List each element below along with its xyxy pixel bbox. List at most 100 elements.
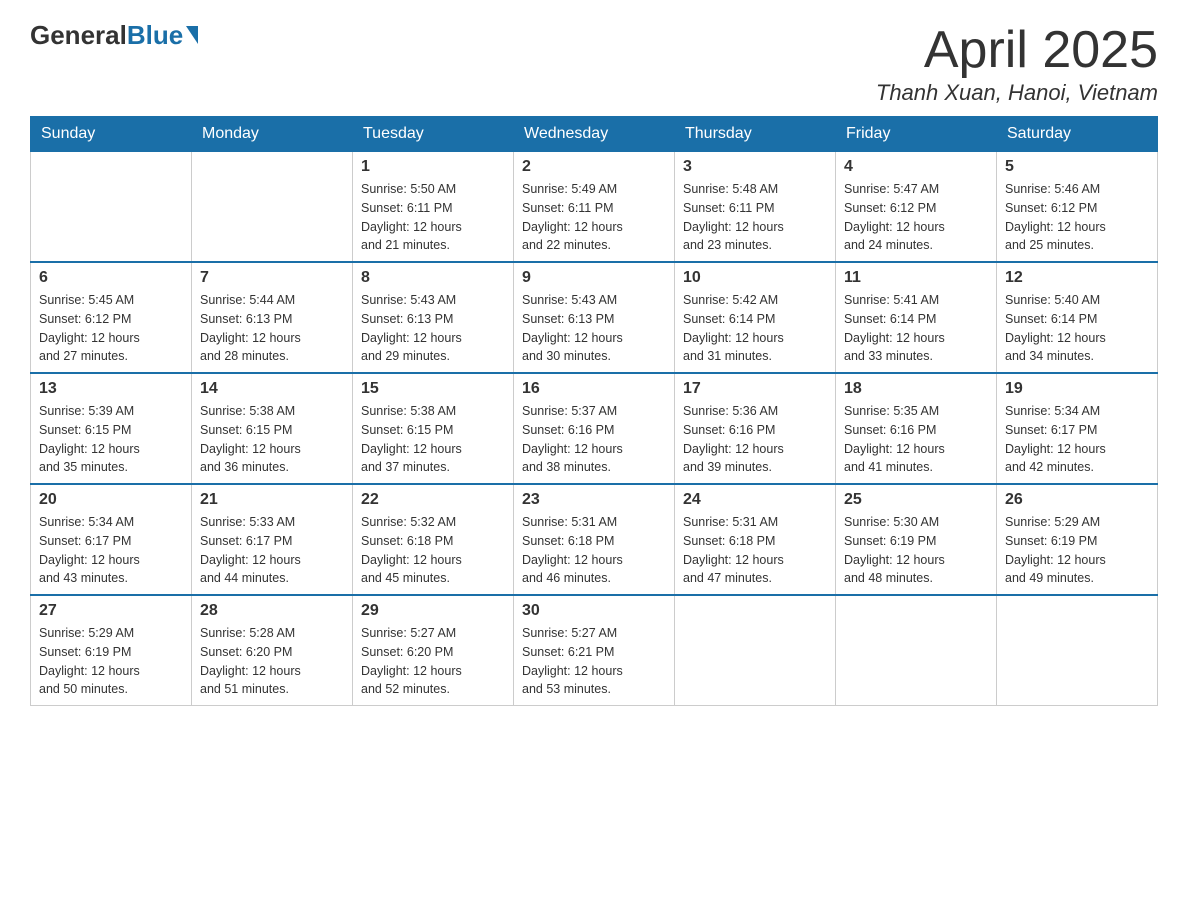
week-row-3: 13Sunrise: 5:39 AMSunset: 6:15 PMDayligh…	[31, 373, 1158, 484]
day-number: 22	[361, 491, 505, 509]
day-number: 11	[844, 269, 988, 287]
logo: General Blue	[30, 20, 198, 51]
header-sunday: Sunday	[31, 117, 192, 152]
day-number: 4	[844, 158, 988, 176]
day-number: 21	[200, 491, 344, 509]
day-number: 28	[200, 602, 344, 620]
day-number: 2	[522, 158, 666, 176]
day-number: 9	[522, 269, 666, 287]
day-info: Sunrise: 5:42 AMSunset: 6:14 PMDaylight:…	[683, 291, 827, 366]
calendar-cell-w4-d1: 20 Sunrise: 5:34 AMSunset: 6:17 PMDayligh…	[31, 484, 192, 595]
calendar-cell-w3-d4: 16 Sunrise: 5:37 AMSunset: 6:16 PMDayligh…	[514, 373, 675, 484]
day-number: 15	[361, 380, 505, 398]
day-number: 16	[522, 380, 666, 398]
day-info: Sunrise: 5:33 AMSunset: 6:17 PMDaylight:…	[200, 513, 344, 588]
day-number: 25	[844, 491, 988, 509]
calendar-cell-w3-d6: 18 Sunrise: 5:35 AMSunset: 6:16 PMDayligh…	[836, 373, 997, 484]
calendar-cell-w3-d1: 13Sunrise: 5:39 AMSunset: 6:15 PMDayligh…	[31, 373, 192, 484]
day-info: Sunrise: 5:31 AMSunset: 6:18 PMDaylight:…	[522, 513, 666, 588]
day-number: 5	[1005, 158, 1149, 176]
day-number: 3	[683, 158, 827, 176]
day-number: 14	[200, 380, 344, 398]
logo-general-text: General	[30, 20, 127, 51]
day-number: 10	[683, 269, 827, 287]
day-info: Sunrise: 5:37 AMSunset: 6:16 PMDaylight:…	[522, 402, 666, 477]
calendar-cell-w5-d2: 28 Sunrise: 5:28 AMSunset: 6:20 PMDayligh…	[192, 595, 353, 706]
day-number: 27	[39, 602, 183, 620]
calendar-cell-w2-d6: 11 Sunrise: 5:41 AMSunset: 6:14 PMDayligh…	[836, 262, 997, 373]
header-wednesday: Wednesday	[514, 117, 675, 152]
calendar-cell-w3-d7: 19 Sunrise: 5:34 AMSunset: 6:17 PMDayligh…	[997, 373, 1158, 484]
day-number: 12	[1005, 269, 1149, 287]
calendar-cell-w5-d5	[675, 595, 836, 706]
calendar-cell-w1-d3: 1Sunrise: 5:50 AMSunset: 6:11 PMDaylight…	[353, 152, 514, 263]
day-number: 20	[39, 491, 183, 509]
logo-blue-part: Blue	[127, 20, 198, 51]
day-info: Sunrise: 5:29 AMSunset: 6:19 PMDaylight:…	[39, 624, 183, 699]
day-number: 23	[522, 491, 666, 509]
calendar-cell-w1-d4: 2Sunrise: 5:49 AMSunset: 6:11 PMDaylight…	[514, 152, 675, 263]
day-info: Sunrise: 5:28 AMSunset: 6:20 PMDaylight:…	[200, 624, 344, 699]
calendar-cell-w2-d5: 10 Sunrise: 5:42 AMSunset: 6:14 PMDayligh…	[675, 262, 836, 373]
calendar-cell-w5-d6	[836, 595, 997, 706]
calendar-cell-w5-d3: 29Sunrise: 5:27 AMSunset: 6:20 PMDayligh…	[353, 595, 514, 706]
header-thursday: Thursday	[675, 117, 836, 152]
day-info: Sunrise: 5:36 AMSunset: 6:16 PMDaylight:…	[683, 402, 827, 477]
calendar-cell-w3-d3: 15 Sunrise: 5:38 AMSunset: 6:15 PMDayligh…	[353, 373, 514, 484]
day-info: Sunrise: 5:47 AMSunset: 6:12 PMDaylight:…	[844, 180, 988, 255]
day-info: Sunrise: 5:40 AMSunset: 6:14 PMDaylight:…	[1005, 291, 1149, 366]
day-info: Sunrise: 5:38 AMSunset: 6:15 PMDaylight:…	[200, 402, 344, 477]
header-row: Sunday Monday Tuesday Wednesday Thursday…	[31, 117, 1158, 152]
day-info: Sunrise: 5:30 AMSunset: 6:19 PMDaylight:…	[844, 513, 988, 588]
day-info: Sunrise: 5:46 AMSunset: 6:12 PMDaylight:…	[1005, 180, 1149, 255]
title-section: April 2025 Thanh Xuan, Hanoi, Vietnam	[876, 20, 1158, 106]
day-number: 19	[1005, 380, 1149, 398]
calendar-cell-w4-d2: 21 Sunrise: 5:33 AMSunset: 6:17 PMDayligh…	[192, 484, 353, 595]
day-number: 18	[844, 380, 988, 398]
week-row-5: 27 Sunrise: 5:29 AMSunset: 6:19 PMDayligh…	[31, 595, 1158, 706]
week-row-2: 6Sunrise: 5:45 AMSunset: 6:12 PMDaylight…	[31, 262, 1158, 373]
day-number: 30	[522, 602, 666, 620]
month-title: April 2025	[876, 20, 1158, 80]
day-info: Sunrise: 5:35 AMSunset: 6:16 PMDaylight:…	[844, 402, 988, 477]
location-subtitle: Thanh Xuan, Hanoi, Vietnam	[876, 80, 1158, 106]
day-number: 29	[361, 602, 505, 620]
calendar-cell-w3-d5: 17 Sunrise: 5:36 AMSunset: 6:16 PMDayligh…	[675, 373, 836, 484]
calendar-cell-w1-d2	[192, 152, 353, 263]
day-info: Sunrise: 5:34 AMSunset: 6:17 PMDaylight:…	[1005, 402, 1149, 477]
day-number: 1	[361, 158, 505, 176]
day-number: 8	[361, 269, 505, 287]
calendar-cell-w4-d7: 26 Sunrise: 5:29 AMSunset: 6:19 PMDayligh…	[997, 484, 1158, 595]
logo-blue-text: Blue	[127, 20, 183, 51]
day-info: Sunrise: 5:43 AMSunset: 6:13 PMDaylight:…	[522, 291, 666, 366]
day-info: Sunrise: 5:41 AMSunset: 6:14 PMDaylight:…	[844, 291, 988, 366]
calendar-cell-w1-d6: 4 Sunrise: 5:47 AMSunset: 6:12 PMDaylight…	[836, 152, 997, 263]
day-number: 26	[1005, 491, 1149, 509]
week-row-4: 20 Sunrise: 5:34 AMSunset: 6:17 PMDayligh…	[31, 484, 1158, 595]
logo-triangle-icon	[186, 26, 198, 44]
calendar-cell-w2-d3: 8 Sunrise: 5:43 AMSunset: 6:13 PMDaylight…	[353, 262, 514, 373]
calendar-cell-w1-d7: 5 Sunrise: 5:46 AMSunset: 6:12 PMDaylight…	[997, 152, 1158, 263]
day-info: Sunrise: 5:27 AMSunset: 6:21 PMDaylight:…	[522, 624, 666, 699]
calendar-cell-w5-d7	[997, 595, 1158, 706]
calendar-cell-w4-d6: 25 Sunrise: 5:30 AMSunset: 6:19 PMDayligh…	[836, 484, 997, 595]
header-friday: Friday	[836, 117, 997, 152]
calendar-cell-w1-d1	[31, 152, 192, 263]
header-tuesday: Tuesday	[353, 117, 514, 152]
calendar-cell-w1-d5: 3 Sunrise: 5:48 AMSunset: 6:11 PMDaylight…	[675, 152, 836, 263]
calendar-table: Sunday Monday Tuesday Wednesday Thursday…	[30, 116, 1158, 706]
day-info: Sunrise: 5:43 AMSunset: 6:13 PMDaylight:…	[361, 291, 505, 366]
calendar-cell-w2-d7: 12 Sunrise: 5:40 AMSunset: 6:14 PMDayligh…	[997, 262, 1158, 373]
day-number: 17	[683, 380, 827, 398]
day-number: 7	[200, 269, 344, 287]
calendar-cell-w2-d1: 6Sunrise: 5:45 AMSunset: 6:12 PMDaylight…	[31, 262, 192, 373]
day-info: Sunrise: 5:29 AMSunset: 6:19 PMDaylight:…	[1005, 513, 1149, 588]
day-info: Sunrise: 5:48 AMSunset: 6:11 PMDaylight:…	[683, 180, 827, 255]
calendar-cell-w4-d4: 23 Sunrise: 5:31 AMSunset: 6:18 PMDayligh…	[514, 484, 675, 595]
day-info: Sunrise: 5:39 AMSunset: 6:15 PMDaylight:…	[39, 402, 183, 477]
header-saturday: Saturday	[997, 117, 1158, 152]
calendar-cell-w4-d5: 24Sunrise: 5:31 AMSunset: 6:18 PMDayligh…	[675, 484, 836, 595]
day-info: Sunrise: 5:34 AMSunset: 6:17 PMDaylight:…	[39, 513, 183, 588]
day-info: Sunrise: 5:38 AMSunset: 6:15 PMDaylight:…	[361, 402, 505, 477]
calendar-cell-w4-d3: 22Sunrise: 5:32 AMSunset: 6:18 PMDayligh…	[353, 484, 514, 595]
